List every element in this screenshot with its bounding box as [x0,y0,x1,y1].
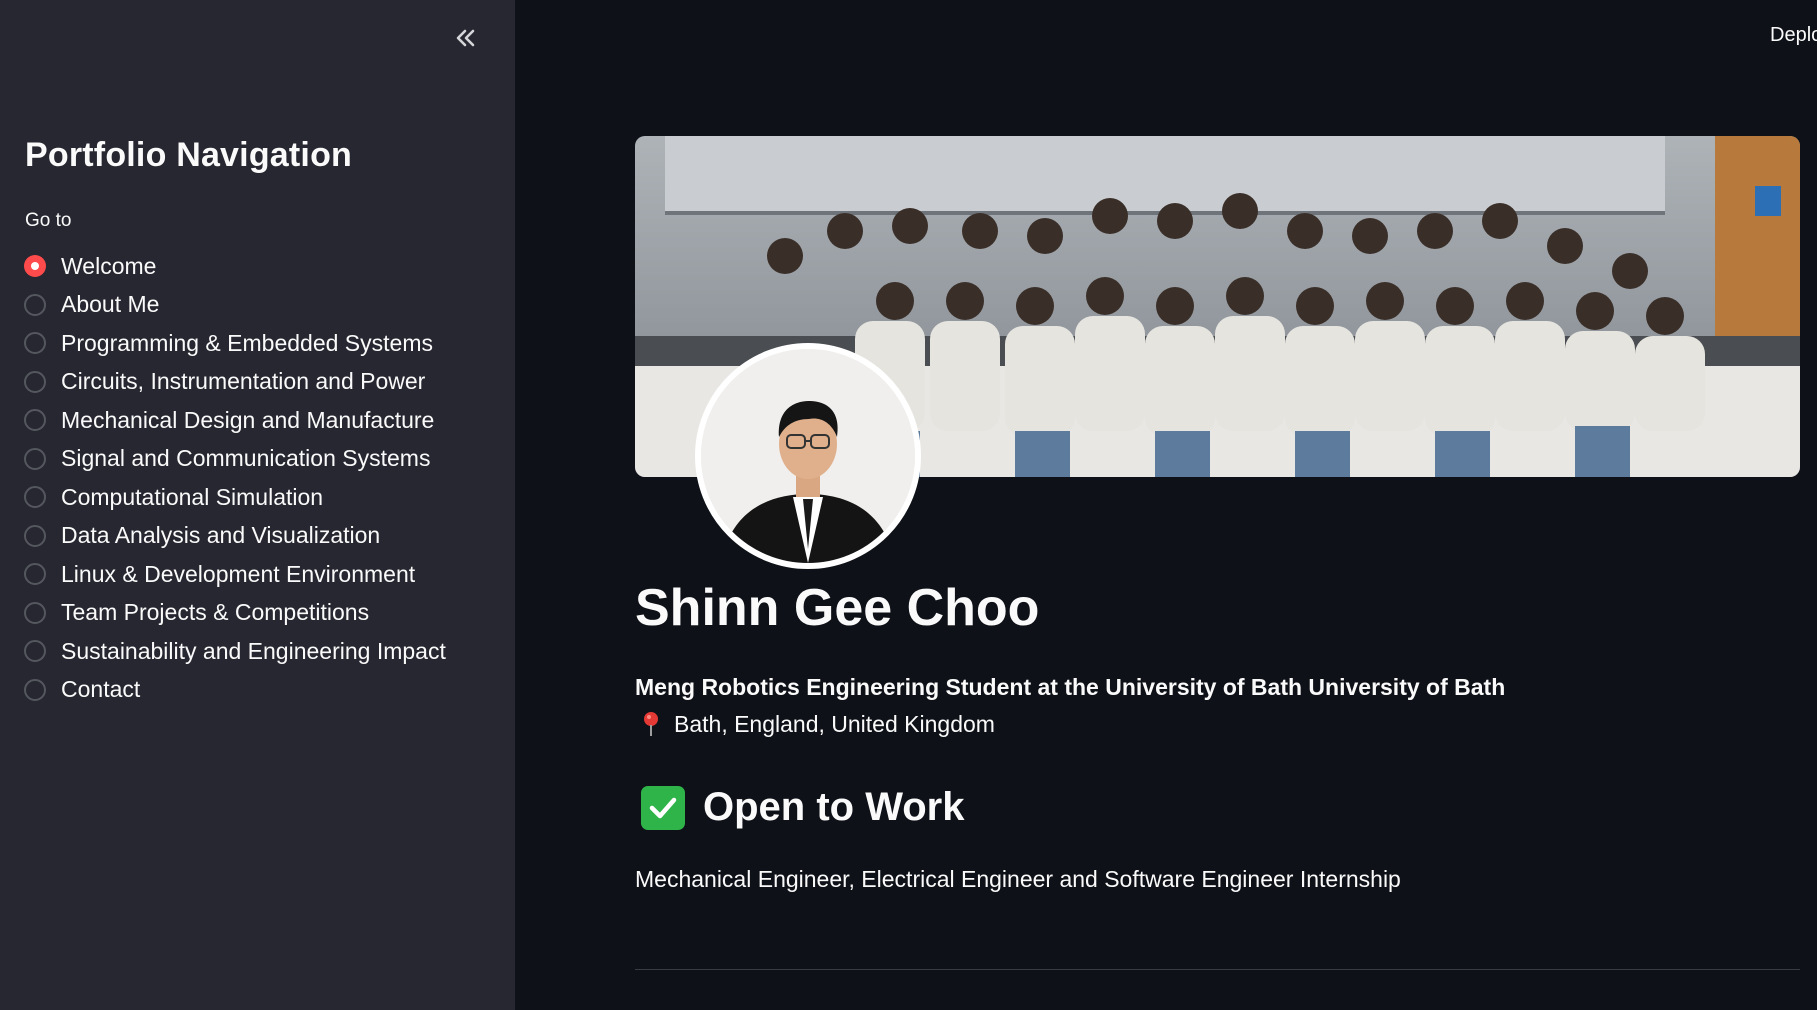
nav-radio-label: Circuits, Instrumentation and Power [61,368,426,395]
sidebar: Portfolio Navigation Go to Welcome About … [0,0,515,1010]
location-text: Bath, England, United Kingdom [674,710,995,737]
radio-button-icon[interactable] [24,601,46,624]
nav-radio-option[interactable]: Data Analysis and Visualization [24,517,446,556]
nav-radio-label: Programming & Embedded Systems [61,329,433,356]
nav-radio-option[interactable]: Signal and Communication Systems [24,440,446,479]
nav-radio-label: Welcome [61,252,157,279]
nav-radio-option[interactable]: Programming & Embedded Systems [24,324,446,363]
radio-button-icon[interactable] [24,486,46,509]
nav-radio-option[interactable]: Team Projects & Competitions [24,594,446,633]
divider [635,969,1800,970]
profile-avatar [695,343,921,569]
deploy-button[interactable]: Deplo [1770,24,1817,47]
sidebar-title: Portfolio Navigation [25,136,352,174]
location-row: Bath, England, United Kingdom [638,710,995,738]
radio-button-icon[interactable] [24,563,46,586]
nav-radio-option[interactable]: About Me [24,286,446,325]
nav-radio-label: Team Projects & Competitions [61,599,370,626]
goto-label: Go to [25,210,72,231]
nav-radio-option[interactable]: Mechanical Design and Manufacture [24,401,446,440]
nav-radio-option[interactable]: Sustainability and Engineering Impact [24,632,446,671]
nav-radio-option[interactable]: Circuits, Instrumentation and Power [24,363,446,402]
radio-button-icon[interactable] [24,370,46,393]
nav-radio-option[interactable]: Computational Simulation [24,478,446,517]
radio-button-icon[interactable] [24,640,46,663]
nav-radio-label: Computational Simulation [61,483,324,510]
roles-text: Mechanical Engineer, Electrical Engineer… [635,866,1401,892]
navigation-radio-group: Welcome About Me Programming & Embedded Sy… [24,247,446,709]
nav-radio-label: Linux & Development Environment [61,560,416,587]
nav-radio-label: About Me [61,291,160,318]
nav-radio-label: Signal and Communication Systems [61,445,431,472]
nav-radio-option[interactable]: Welcome [24,247,446,286]
nav-radio-option[interactable]: Contact [24,671,446,710]
radio-button-icon[interactable] [24,255,46,278]
nav-radio-option[interactable]: Linux & Development Environment [24,555,446,594]
app-window: Portfolio Navigation Go to Welcome About … [0,0,1817,1010]
check-mark-icon [641,785,685,830]
nav-radio-label: Contact [61,676,141,703]
open-to-work-text: Open to Work [703,785,965,829]
nav-radio-label: Data Analysis and Visualization [61,522,381,549]
radio-button-icon[interactable] [24,293,46,316]
nav-radio-label: Sustainability and Engineering Impact [61,637,446,664]
radio-button-icon[interactable] [24,524,46,547]
profile-name: Shinn Gee Choo [635,579,1040,637]
radio-button-icon[interactable] [24,332,46,355]
pin-icon [644,712,658,736]
radio-button-icon[interactable] [24,447,46,470]
double-chevron-left-icon [456,29,475,47]
radio-button-icon[interactable] [24,409,46,432]
collapse-sidebar-button[interactable] [448,20,484,56]
nav-radio-label: Mechanical Design and Manufacture [61,406,435,433]
profile-subtitle: Meng Robotics Engineering Student at the… [635,674,1506,700]
radio-button-icon[interactable] [24,678,46,701]
open-to-work-heading: Open to Work [641,785,964,830]
